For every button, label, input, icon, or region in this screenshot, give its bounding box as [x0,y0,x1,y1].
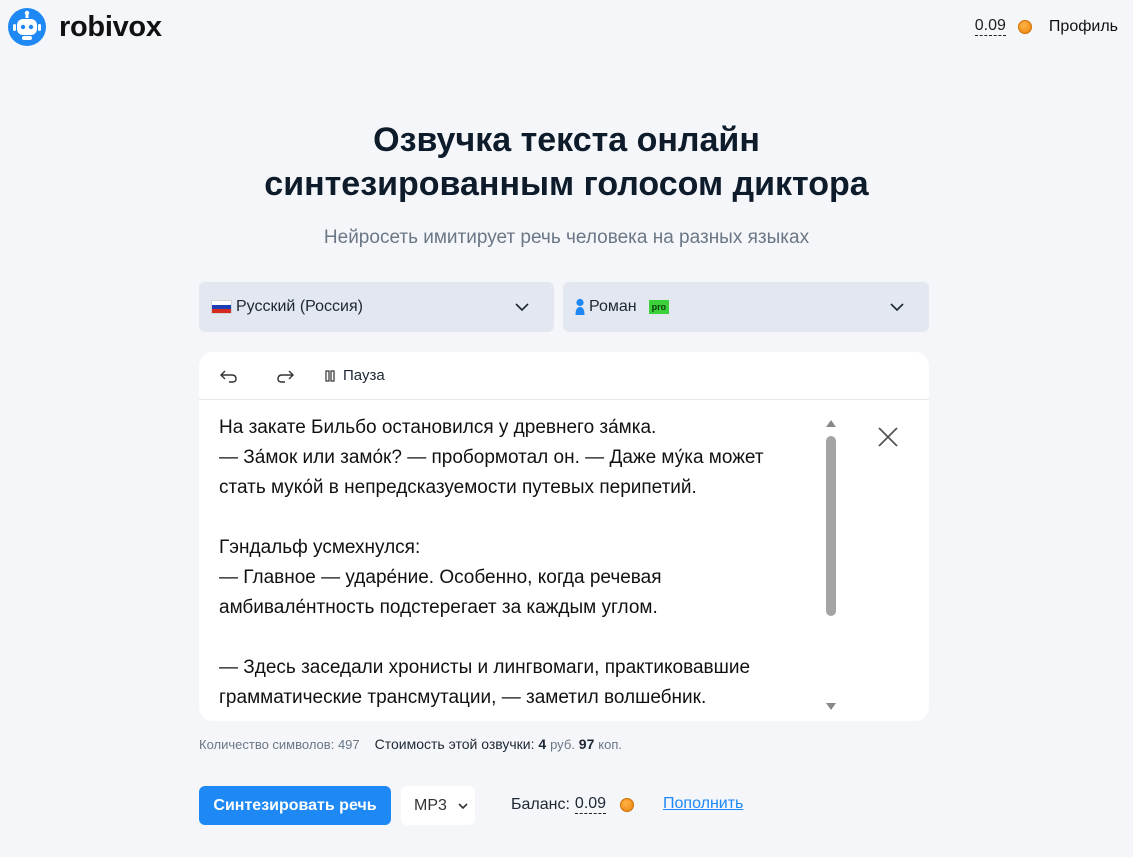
balance-info: Баланс: 0.09 [511,795,635,814]
text-line: грамматические трансмутации, — заметил в… [219,687,707,708]
header: robivox 0.09 Профиль [0,0,1133,56]
robot-icon [8,8,46,46]
voice-select-value: Роман [589,298,637,315]
brand-name: robivox [59,10,162,43]
coin-icon [1017,19,1032,34]
text-line: Гэндальф усмехнулся: [219,537,421,558]
balance-value[interactable]: 0.09 [574,795,607,814]
topup-link[interactable]: Пополнить [663,795,743,813]
scroll-down-arrow[interactable] [826,703,836,710]
profile-link[interactable]: Профиль [1049,18,1118,36]
text-line: — Главное — ударе́ние. Особенно, когда р… [219,567,662,588]
balance-label: Баланс: [511,795,570,813]
close-icon[interactable] [877,426,899,448]
voice-select[interactable]: Роман pro [563,282,929,332]
format-select-value: MP3 [414,796,447,814]
text-line: На закате Бильбо остановился у древнего … [219,417,657,438]
chevron-down-icon [515,303,529,312]
logo[interactable]: robivox [8,8,162,46]
cost-label: Стоимость этой озвучки: [374,736,535,752]
language-select[interactable]: Русский (Россия) [199,282,554,332]
page-title: Озвучка текста онлайн синтезированным го… [0,118,1133,206]
format-select[interactable]: MP3 [401,786,475,825]
chevron-down-icon [890,303,904,312]
rub-unit: руб. [550,737,575,752]
text-line: амбивале́нтность подстерегает за каждым … [219,597,658,618]
language-select-value: Русский (Россия) [236,298,363,315]
scroll-thumb[interactable] [826,436,836,616]
chars-label: Количество символов: [199,736,335,752]
header-balance[interactable]: 0.09 [974,17,1006,36]
undo-icon[interactable] [219,368,239,384]
person-icon [575,298,585,315]
text-line [219,503,819,533]
page-subtitle: Нейросеть имитирует речь человека на раз… [323,227,810,248]
pause-button[interactable]: Пауза [325,367,385,384]
title-line-1: Озвучка текста онлайн [373,121,760,159]
synthesize-button[interactable]: Синтезировать речь [199,786,391,825]
chars-value: 497 [337,736,360,752]
scroll-up-arrow[interactable] [826,420,836,427]
kop-value: 97 [578,736,595,752]
scrollbar[interactable] [822,420,840,710]
text-line: стать муко́й в непредсказуемости путевых… [219,477,697,498]
text-line: — За́мок или замо́к? — пробормотал он. —… [219,447,764,468]
header-right: 0.09 Профиль [974,17,1118,36]
rub-value: 4 [538,736,547,752]
coin-icon [620,797,635,812]
text-stats: Количество символов: 497 Стоимость этой … [199,736,622,752]
text-editor: Пауза На закате Бильбо остановился у дре… [199,352,929,721]
redo-icon[interactable] [275,368,295,384]
editor-toolbar: Пауза [199,352,929,400]
text-line [219,623,819,653]
cost-info: Стоимость этой озвучки: 4 руб. 97 коп. [375,736,622,752]
russia-flag-icon [211,300,232,314]
kop-unit: коп. [598,737,622,752]
text-input[interactable]: На закате Бильбо остановился у древнего … [219,413,819,713]
pro-badge: pro [648,300,670,314]
chevron-down-icon [458,803,468,810]
title-line-2: синтезированным голосом диктора [264,165,869,203]
pause-label: Пауза [343,367,385,384]
pause-icon [325,369,335,382]
text-line: — Здесь заседали хронисты и лингвомаги, … [219,657,751,678]
